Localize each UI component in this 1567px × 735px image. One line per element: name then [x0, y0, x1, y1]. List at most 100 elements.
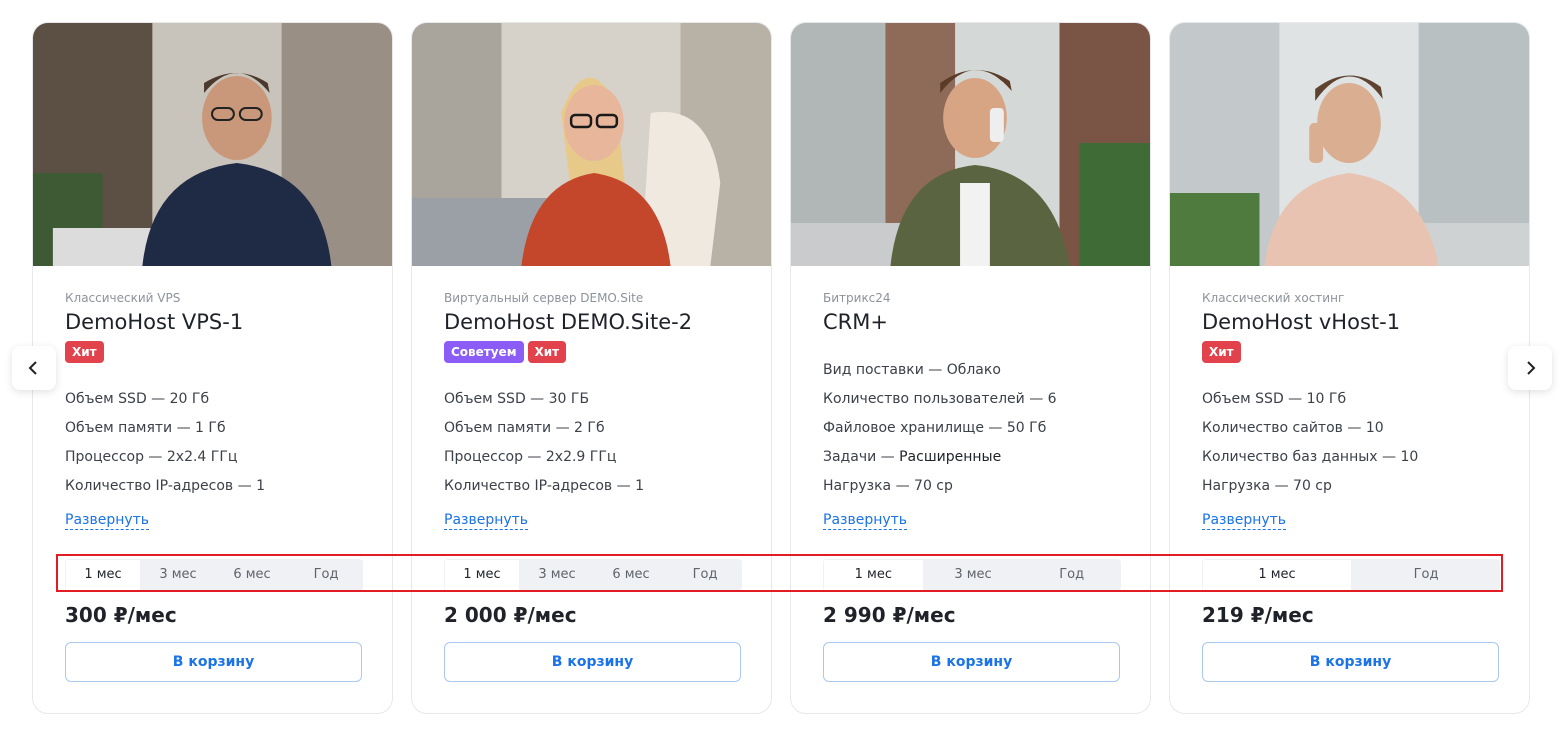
- spec-label: Количество IP-адресов: [444, 478, 613, 494]
- spec-row: Количество пользователей — 6: [823, 385, 1140, 414]
- product-title: DemoHost VPS-1: [65, 310, 244, 334]
- period-option-year[interactable]: Год: [1352, 559, 1500, 591]
- card-header: Битрикс24 CRM+: [823, 289, 1118, 335]
- spec-list: Объем SSD — 30 ГБ Объем памяти — 2 Гб Пр…: [444, 385, 761, 501]
- product-title: CRM+: [823, 310, 888, 334]
- spec-label: Вид поставки: [823, 362, 924, 378]
- product-photo: [412, 23, 771, 266]
- price: 2 000 ₽/мес: [444, 603, 577, 627]
- spec-label: Количество баз данных: [1202, 449, 1378, 465]
- expand-link[interactable]: Развернуть: [823, 512, 908, 530]
- period-option-1-month[interactable]: 1 мес: [65, 559, 141, 591]
- spec-value: 6: [1047, 391, 1057, 407]
- spec-label: Файловое хранилище: [823, 420, 984, 436]
- period-option-6-months[interactable]: 6 мес: [215, 559, 289, 591]
- spec-label: Количество сайтов: [1202, 420, 1343, 436]
- badges: Хит: [1202, 341, 1497, 363]
- spec-separator: —: [923, 362, 947, 378]
- period-option-year[interactable]: Год: [668, 559, 742, 591]
- spec-label: Количество IP-адресов: [65, 478, 234, 494]
- spec-separator: —: [522, 449, 546, 465]
- add-to-cart-button[interactable]: В корзину: [823, 642, 1120, 682]
- spec-row: Объем SSD — 10 Гб: [1202, 385, 1519, 414]
- product-photo: [791, 23, 1150, 266]
- badges: Хит: [65, 341, 360, 363]
- spec-separator: —: [983, 420, 1007, 436]
- period-option-3-months[interactable]: 3 мес: [520, 559, 594, 591]
- spec-separator: —: [172, 420, 196, 436]
- badges: Советуем Хит: [444, 341, 739, 363]
- spec-value: 30 ГБ: [548, 391, 590, 407]
- spec-value: 1 Гб: [195, 420, 226, 436]
- spec-list: Вид поставки — Облако Количество пользов…: [823, 356, 1140, 501]
- spec-value: 20 Гб: [169, 391, 210, 407]
- spec-label: Объем памяти: [65, 420, 173, 436]
- chevron-right-icon: [1527, 361, 1536, 375]
- spec-value: Расширенные: [899, 449, 1002, 465]
- period-option-1-month[interactable]: 1 мес: [1202, 559, 1352, 591]
- price: 2 990 ₽/мес: [823, 603, 956, 627]
- hit-badge: Хит: [1202, 341, 1241, 363]
- carousel-next-button[interactable]: [1508, 346, 1552, 390]
- spec-list: Объем SSD — 10 Гб Количество сайтов — 10…: [1202, 385, 1519, 501]
- add-to-cart-button[interactable]: В корзину: [444, 642, 741, 682]
- card-header: Классический VPS DemoHost VPS-1 Хит: [65, 289, 360, 363]
- product-photo: [33, 23, 392, 266]
- spec-separator: —: [525, 391, 549, 407]
- spec-label: Процессор: [444, 449, 523, 465]
- spec-separator: —: [891, 478, 915, 494]
- product-category: Классический VPS: [65, 291, 181, 305]
- spec-value: 70 ср: [914, 478, 953, 494]
- spec-row: Процессор — 2x2.9 ГГц: [444, 443, 761, 472]
- spec-label: Процессор: [65, 449, 144, 465]
- spec-separator: —: [876, 449, 900, 465]
- period-option-1-month[interactable]: 1 мес: [823, 559, 924, 591]
- product-photo: [1170, 23, 1529, 266]
- period-option-3-months[interactable]: 3 мес: [924, 559, 1023, 591]
- spec-separator: —: [1270, 478, 1294, 494]
- expand-link[interactable]: Развернуть: [1202, 512, 1287, 530]
- expand-link[interactable]: Развернуть: [65, 512, 150, 530]
- period-option-year[interactable]: Год: [289, 559, 363, 591]
- period-option-3-months[interactable]: 3 мес: [141, 559, 215, 591]
- add-to-cart-button[interactable]: В корзину: [1202, 642, 1499, 682]
- spec-row: Количество IP-адресов — 1: [444, 472, 761, 501]
- period-option-6-months[interactable]: 6 мес: [594, 559, 668, 591]
- spec-row: Объем SSD — 30 ГБ: [444, 385, 761, 414]
- spec-value: 2 Гб: [574, 420, 605, 436]
- expand-link[interactable]: Развернуть: [444, 512, 529, 530]
- spec-label: Нагрузка: [1202, 478, 1271, 494]
- carousel-prev-button[interactable]: [12, 346, 56, 390]
- spec-label: Объем SSD: [1202, 391, 1284, 407]
- spec-label: Задачи: [823, 449, 877, 465]
- spec-row: Количество IP-адресов — 1: [65, 472, 382, 501]
- product-title: DemoHost DEMO.Site-2: [444, 310, 693, 334]
- spec-separator: —: [146, 391, 170, 407]
- spec-separator: —: [1283, 391, 1307, 407]
- product-carousel: Классический VPS DemoHost VPS-1 Хит Объе…: [0, 0, 1567, 735]
- product-card: Виртуальный сервер DEMO.Site DemoHost DE…: [411, 22, 772, 714]
- spec-row: Нагрузка — 70 ср: [823, 472, 1140, 501]
- spec-value: 1: [256, 478, 265, 494]
- spec-row: Количество баз данных — 10: [1202, 443, 1519, 472]
- product-card: Битрикс24 CRM+ Вид поставки — Облако Кол…: [790, 22, 1151, 714]
- spec-separator: —: [612, 478, 636, 494]
- card-header: Виртуальный сервер DEMO.Site DemoHost DE…: [444, 289, 739, 363]
- product-category: Виртуальный сервер DEMO.Site: [444, 291, 644, 305]
- spec-row: Объем SSD — 20 Гб: [65, 385, 382, 414]
- hit-badge: Хит: [65, 341, 104, 363]
- spec-label: Объем памяти: [444, 420, 552, 436]
- period-option-year[interactable]: Год: [1022, 559, 1121, 591]
- spec-value: Облако: [946, 362, 1001, 378]
- spec-value: 10: [1400, 449, 1419, 465]
- spec-separator: —: [1024, 391, 1048, 407]
- spec-value: 1: [635, 478, 644, 494]
- spec-separator: —: [551, 420, 575, 436]
- spec-value: 10 Гб: [1306, 391, 1347, 407]
- spec-value: 70 ср: [1293, 478, 1332, 494]
- spec-label: Количество пользователей: [823, 391, 1025, 407]
- period-option-1-month[interactable]: 1 мес: [444, 559, 520, 591]
- spec-row: Файловое хранилище — 50 Гб: [823, 414, 1140, 443]
- spec-row: Количество сайтов — 10: [1202, 414, 1519, 443]
- add-to-cart-button[interactable]: В корзину: [65, 642, 362, 682]
